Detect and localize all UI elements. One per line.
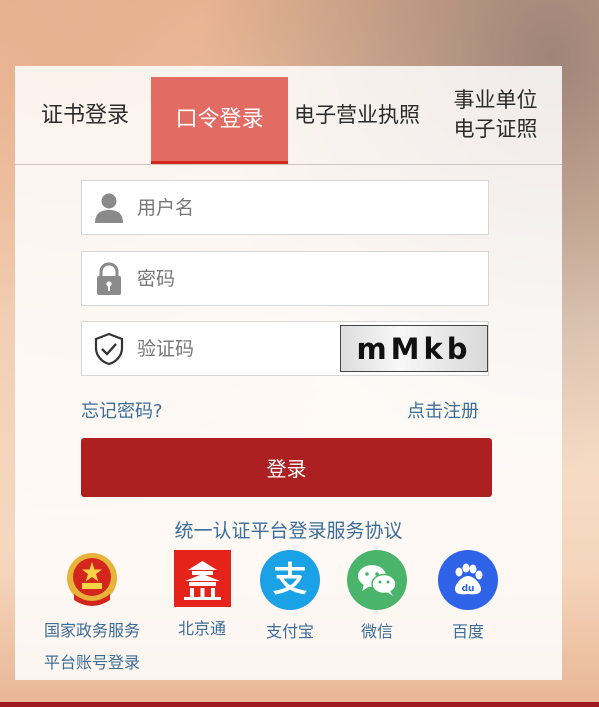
lock-icon [97,262,121,295]
gov-login-line1: 国家政务服务 [43,621,140,640]
user-icon [95,193,123,223]
tab-password-login[interactable]: 口令登录 [151,77,288,164]
baidu-label: 百度 [451,622,484,641]
gov-login-line2: 平台账号登录 [43,653,140,672]
baidu-icon: du [438,550,498,610]
beijingtong-label: 北京通 [177,619,226,638]
captcha-input[interactable] [137,322,327,375]
register-link[interactable]: 点击注册 [407,397,479,423]
beijingtong-icon [173,550,231,607]
beijingtong-login[interactable]: 北京通 [167,550,237,645]
login-tabs: 证书登录 口令登录 电子营业执照 事业单位 电子证照 [15,66,562,165]
password-input[interactable] [137,252,477,305]
alipay-login[interactable]: 支 支付宝 [255,550,325,648]
tab-institution-license-login[interactable]: 事业单位 电子证照 [433,66,558,164]
wechat-label: 微信 [360,622,393,641]
tab-business-license-login[interactable]: 电子营业执照 [288,66,426,164]
gov-service-login[interactable]: 国家政务服务 平台账号登录 [33,550,151,679]
bottom-bar [0,702,599,707]
captcha-image[interactable]: mMkb [340,325,488,372]
tab-certificate-login[interactable]: 证书登录 [25,66,145,164]
wechat-login[interactable]: 微信 [342,550,412,648]
forgot-password-link[interactable]: 忘记密码? [81,397,163,423]
baidu-login[interactable]: du 百度 [433,550,503,648]
service-agreement-link[interactable]: 统一认证平台登录服务协议 [15,516,562,543]
alipay-icon: 支 [260,550,320,610]
login-button[interactable]: 登录 [81,438,492,497]
shield-check-icon [94,332,124,366]
password-field [81,251,489,306]
username-input[interactable] [137,181,477,234]
wechat-icon [347,550,407,610]
captcha-field: mMkb [81,321,489,376]
national-emblem-icon [67,553,117,606]
alipay-label: 支付宝 [265,622,314,641]
tab-institution-line1: 事业单位 [453,88,538,112]
tab-institution-line2: 电子证照 [453,117,538,141]
username-field [81,180,489,235]
svg-text:du: du [462,584,475,594]
login-panel: 证书登录 口令登录 电子营业执照 事业单位 电子证照 mMkb 忘记密码? [15,66,562,680]
